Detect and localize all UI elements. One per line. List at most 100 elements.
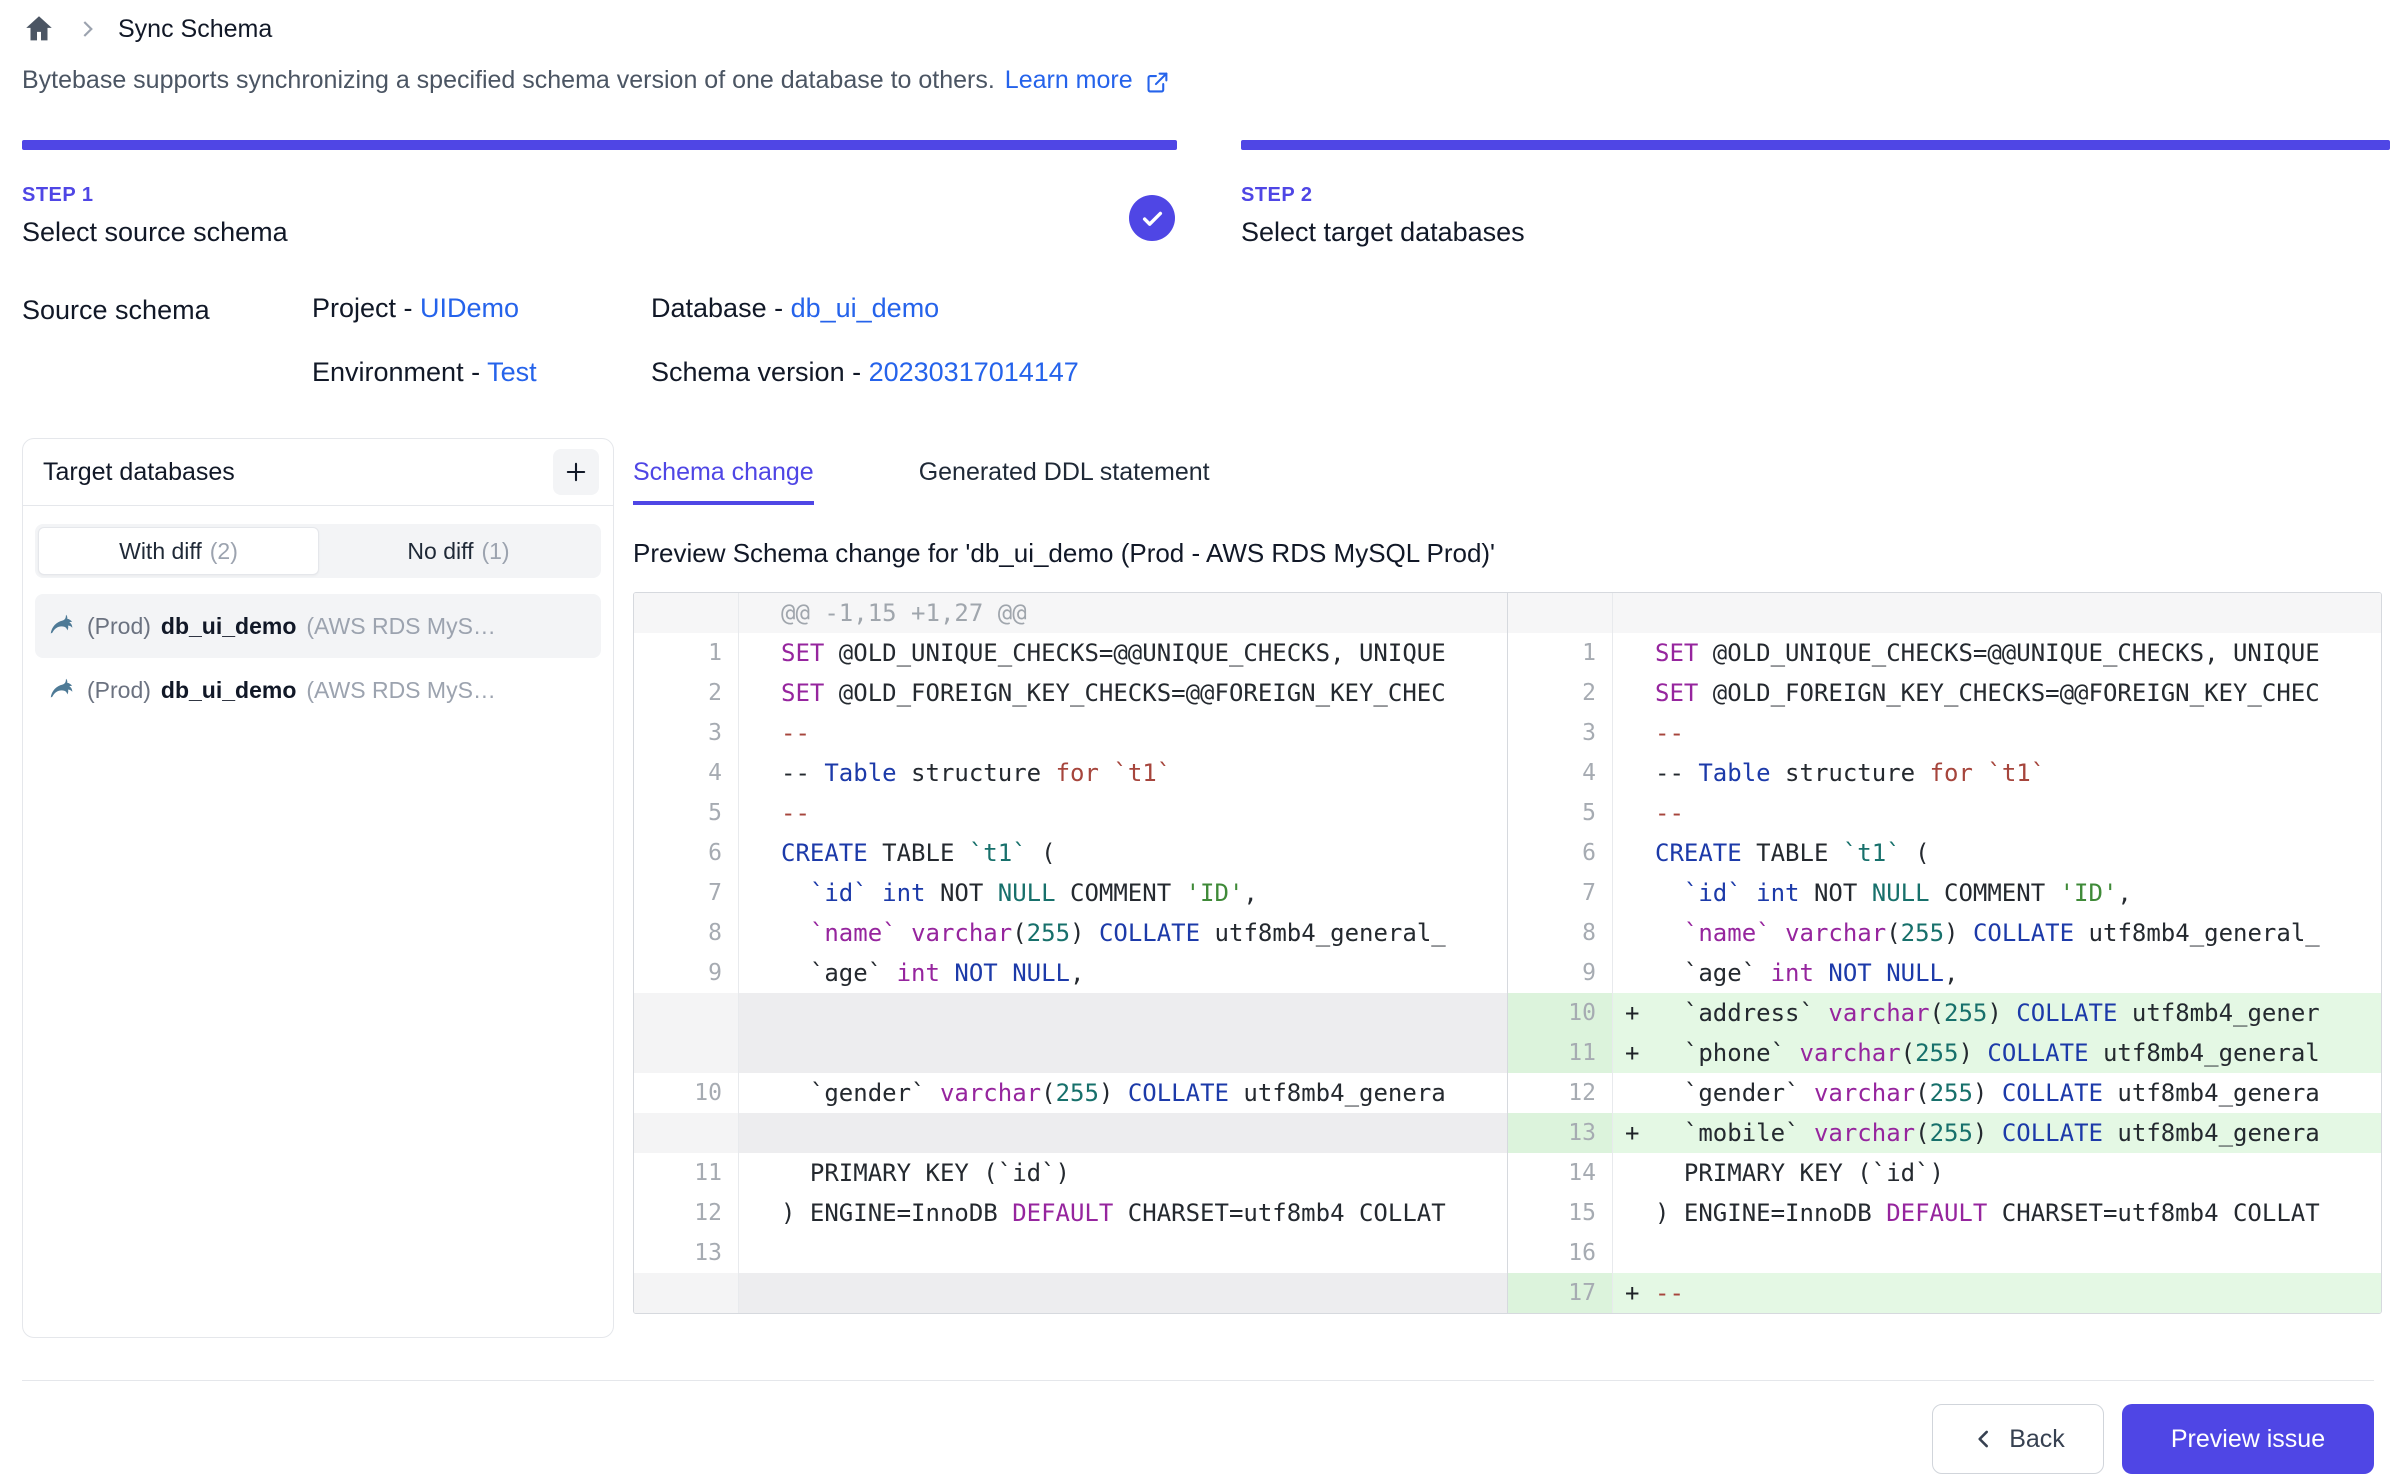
code-line: SET @OLD_FOREIGN_KEY_CHECKS=@@FOREIGN_KE… (781, 673, 1507, 713)
source-field-value-link[interactable]: Test (487, 357, 537, 387)
diff-marker (739, 1193, 781, 1233)
line-number (634, 993, 739, 1033)
target-database-item[interactable]: (Prod)db_ui_demo(AWS RDS MyS… (35, 658, 601, 722)
database-name: db_ui_demo (161, 677, 296, 704)
diff-marker (1613, 633, 1655, 673)
code-line: `age` int NOT NULL, (1655, 953, 2381, 993)
diff-row: 6CREATE TABLE `t1` ( (634, 833, 1507, 873)
source-field-value-link[interactable]: db_ui_demo (791, 293, 940, 323)
diff-filler-row (634, 1113, 1507, 1153)
diff-marker (739, 793, 781, 833)
line-number: 15 (1508, 1193, 1613, 1233)
diff-marker (1613, 953, 1655, 993)
step1-completed-badge (1129, 195, 1175, 241)
diff-marker (1613, 873, 1655, 913)
footer-divider (22, 1380, 2374, 1381)
code-line (781, 1273, 1507, 1313)
diff-pane-target[interactable]: 1SET @OLD_UNIQUE_CHECKS=@@UNIQUE_CHECKS,… (1507, 593, 2381, 1313)
line-number: 5 (1508, 793, 1613, 833)
diff-row: 11+ `phone` varchar(255) COLLATE utf8mb4… (1508, 1033, 2381, 1073)
source-field-value-link[interactable]: 20230317014147 (869, 357, 1079, 387)
diff-row: 1 SET @OLD_UNIQUE_CHECKS=@@UNIQUE_CHECKS,… (634, 633, 1507, 673)
diff-row: 14 PRIMARY KEY (`id`) (1508, 1153, 2381, 1193)
line-number: 14 (1508, 1153, 1613, 1193)
line-number: 10 (634, 1073, 739, 1113)
preview-issue-button[interactable]: Preview issue (2122, 1404, 2374, 1474)
step1: STEP 1 Select source schema (22, 184, 288, 248)
code-line: PRIMARY KEY (`id`) (781, 1153, 1507, 1193)
code-line (781, 1233, 1507, 1273)
code-line: `mobile` varchar(255) COLLATE utf8mb4_ge… (1655, 1113, 2381, 1153)
diff-row: 7 `id` int NOT NULL COMMENT 'ID', (634, 873, 1507, 913)
diff-row: 5-- (634, 793, 1507, 833)
mysql-icon (47, 611, 77, 641)
diff-filler-row (634, 1273, 1507, 1313)
back-button-label: Back (2009, 1425, 2065, 1454)
diff-row: 9 `age` int NOT NULL, (1508, 953, 2381, 993)
diff-marker (1613, 833, 1655, 873)
diff-filler-row (634, 993, 1507, 1033)
back-chevron-icon (1971, 1426, 1997, 1452)
step2: STEP 2 Select target databases (1241, 184, 1525, 248)
step2-progress-bar (1241, 140, 2390, 150)
code-line: -- (781, 793, 1507, 833)
diff-row: 8 `name` varchar(255) COLLATE utf8mb4_ge… (634, 913, 1507, 953)
line-number: 8 (634, 913, 739, 953)
source-field-database: Database - db_ui_demo (651, 293, 939, 324)
tab-label: No diff (407, 538, 473, 565)
tab-no-diff[interactable]: No diff(1) (319, 527, 598, 575)
diff-marker (739, 1033, 781, 1073)
diff-marker (1613, 713, 1655, 753)
code-line: CREATE TABLE `t1` ( (1655, 833, 2381, 873)
line-number: 12 (1508, 1073, 1613, 1113)
preview-issue-label: Preview issue (2171, 1425, 2325, 1454)
mysql-icon (47, 675, 77, 705)
code-line: -- (1655, 1273, 2381, 1313)
database-instance: (AWS RDS MyS… (306, 677, 496, 704)
step2-title: Select target databases (1241, 217, 1525, 248)
diff-row: 12) ENGINE=InnoDB DEFAULT CHARSET=utf8mb… (634, 1193, 1507, 1233)
source-field-environment: Environment - Test (312, 357, 537, 388)
add-target-database-button[interactable] (553, 449, 599, 495)
line-number: 6 (1508, 833, 1613, 873)
diff-pane-source[interactable]: @@ -1,15 +1,27 @@ 1 SET @OLD_UNIQUE_CHECKS… (634, 593, 1507, 1313)
diff-row: 13 (634, 1233, 1507, 1273)
target-database-item[interactable]: (Prod)db_ui_demo(AWS RDS MyS… (35, 594, 601, 658)
diff-row: 12 `gender` varchar(255) COLLATE utf8mb4… (1508, 1073, 2381, 1113)
source-field-label: Schema version - (651, 357, 869, 387)
step1-progress-bar (22, 140, 1177, 150)
code-line: `age` int NOT NULL, (781, 953, 1507, 993)
code-line: PRIMARY KEY (`id`) (1655, 1153, 2381, 1193)
step1-title: Select source schema (22, 217, 288, 248)
code-line: SET @OLD_UNIQUE_CHECKS=@@UNIQUE_CHECKS, … (781, 633, 1507, 673)
diff-filler-row (634, 1033, 1507, 1073)
diff-marker (739, 1073, 781, 1113)
line-number: 1 (634, 633, 739, 673)
home-icon[interactable] (22, 12, 56, 46)
source-field-project: Project - UIDemo (312, 293, 519, 324)
line-number: 1 (1508, 633, 1613, 673)
code-line: @@ -1,15 +1,27 @@ (781, 593, 1507, 633)
intro-sentence: Bytebase supports synchronizing a specif… (22, 66, 995, 95)
code-line: -- (1655, 713, 2381, 753)
line-number: 9 (1508, 953, 1613, 993)
preview-tabs: Schema change Generated DDL statement (633, 458, 1210, 505)
source-field-value-link[interactable]: UIDemo (420, 293, 519, 323)
tab-generated-ddl-statement[interactable]: Generated DDL statement (919, 458, 1210, 505)
tab-with-diff[interactable]: With diff(2) (38, 527, 319, 575)
diff-row: 6 CREATE TABLE `t1` ( (1508, 833, 2381, 873)
back-button[interactable]: Back (1932, 1404, 2104, 1474)
learn-more-link[interactable]: Learn more (1005, 66, 1133, 95)
code-line: `gender` varchar(255) COLLATE utf8mb4_ge… (781, 1073, 1507, 1113)
diff-marker (739, 833, 781, 873)
check-icon (1139, 205, 1166, 232)
diff-marker (1613, 1193, 1655, 1233)
diff-marker (1613, 753, 1655, 793)
external-link-icon[interactable] (1145, 70, 1170, 95)
tab-schema-change[interactable]: Schema change (633, 458, 814, 505)
diff-row: 5-- (1508, 793, 2381, 833)
diff-marker: + (1613, 993, 1655, 1033)
database-instance: (AWS RDS MyS… (306, 613, 496, 640)
step2-label: STEP 2 (1241, 184, 1525, 207)
diff-row: 10+ `address` varchar(255) COLLATE utf8m… (1508, 993, 2381, 1033)
